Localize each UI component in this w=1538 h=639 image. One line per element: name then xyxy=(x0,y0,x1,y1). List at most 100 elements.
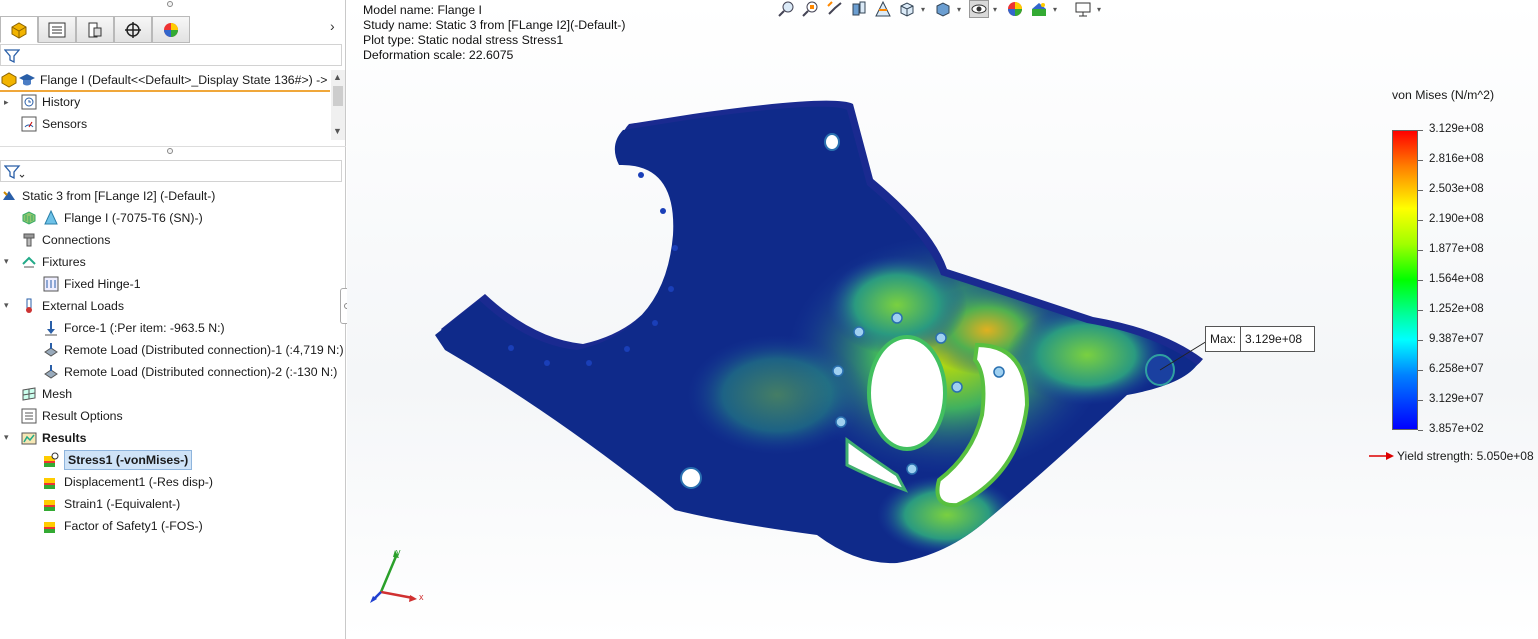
part-row-label: Flange I (Default<<Default>_Display Stat… xyxy=(40,73,328,87)
fixed-hinge-icon xyxy=(42,275,60,293)
fos-label: Factor of Safety1 (-FOS-) xyxy=(64,519,203,533)
heads-up-view-toolbar: ▾ ▾ ▾ ▾ ▾ xyxy=(777,0,1105,18)
scroll-thumb[interactable] xyxy=(333,86,343,106)
legend-tick-mark xyxy=(1418,220,1423,221)
tree-filter-bar[interactable] xyxy=(0,44,342,66)
appearance-icon xyxy=(164,22,178,37)
legend-tick-label: 1.252e+08 xyxy=(1429,303,1484,315)
scene-dropdown-icon[interactable]: ▾ xyxy=(1053,0,1061,18)
solid-body-icon xyxy=(42,209,60,227)
zoom-to-fit-icon[interactable] xyxy=(777,0,797,18)
display-manager-tab[interactable] xyxy=(152,16,190,43)
fixtures-icon xyxy=(20,253,38,271)
view-orientation-dropdown-icon[interactable]: ▾ xyxy=(921,0,929,18)
view-orientation-icon[interactable] xyxy=(897,0,917,18)
legend-tick-mark xyxy=(1418,160,1423,161)
history-icon xyxy=(20,93,38,111)
force-arrow-icon xyxy=(42,319,60,337)
graphics-area[interactable]: Model name: Flange I Study name: Static … xyxy=(347,0,1538,639)
propertymanager-tab[interactable] xyxy=(38,16,76,43)
fixtures-label: Fixtures xyxy=(42,255,86,269)
tree-item-result-options[interactable]: Result Options xyxy=(20,406,123,426)
tree-item-stress[interactable]: Stress1 (-vonMises-) xyxy=(42,450,193,470)
legend-tick-mark xyxy=(1418,280,1423,281)
tree-item-part[interactable]: Flange I (-7075-T6 (SN)-) xyxy=(20,208,203,228)
legend-tick-label: 1.564e+08 xyxy=(1429,273,1484,285)
deformation-scale-text: Deformation scale: 22.6075 xyxy=(363,48,514,62)
result-options-label: Result Options xyxy=(42,409,123,423)
featuremanager-tab[interactable] xyxy=(0,16,38,43)
external-loads-label: External Loads xyxy=(42,299,125,313)
tree-item-results[interactable]: ▾ Results xyxy=(0,428,86,448)
tree-scrollbar[interactable]: ▲ ▼ xyxy=(331,70,345,140)
display-style-icon[interactable] xyxy=(933,0,953,18)
remote-load-1-label: Remote Load (Distributed connection)-1 (… xyxy=(64,343,344,357)
hide-show-items-icon[interactable] xyxy=(969,0,989,18)
feature-manager-panel: › Flange I (Default<<Default>_Display St… xyxy=(0,0,346,639)
tree-item-sensors[interactable]: Sensors xyxy=(0,114,87,134)
display-style-dropdown-icon[interactable]: ▾ xyxy=(957,0,965,18)
study-filter-bar[interactable] xyxy=(0,160,342,182)
legend-tick-mark xyxy=(1418,250,1423,251)
legend-tick-mark xyxy=(1418,370,1423,371)
connections-label: Connections xyxy=(42,233,111,247)
legend-tick-label: 3.129e+08 xyxy=(1429,123,1484,135)
tree-item-mesh[interactable]: Mesh xyxy=(20,384,72,404)
remote-load-icon xyxy=(42,363,60,381)
mesh-label: Mesh xyxy=(42,387,73,401)
zoom-to-area-icon[interactable] xyxy=(801,0,821,18)
dimxpert-tab[interactable] xyxy=(114,16,152,43)
legend-tick-label: 2.190e+08 xyxy=(1429,213,1484,225)
tree-item-history[interactable]: ▸ History xyxy=(0,92,80,112)
panel-grip-top[interactable] xyxy=(0,0,346,8)
result-options-icon xyxy=(20,407,38,425)
legend-tick-label: 2.816e+08 xyxy=(1429,153,1484,165)
tree-item-force[interactable]: Force-1 (:Per item: -963.5 N:) xyxy=(42,318,225,338)
tree-item-remote-load-1[interactable]: Remote Load (Distributed connection)-1 (… xyxy=(42,340,344,360)
dynamic-annotation-icon[interactable] xyxy=(873,0,893,18)
edit-appearance-icon[interactable] xyxy=(1005,0,1025,18)
view-settings-icon[interactable] xyxy=(1073,0,1093,18)
part-tree-item[interactable]: Flange I (Default<<Default>_Display Stat… xyxy=(0,68,330,92)
external-loads-icon xyxy=(20,297,38,315)
hide-show-dropdown-icon[interactable]: ▾ xyxy=(993,0,1001,18)
tree-item-strain[interactable]: Strain1 (-Equivalent-) xyxy=(42,494,180,514)
stress-plot-model[interactable] xyxy=(427,95,1227,575)
section-view-icon[interactable] xyxy=(849,0,869,18)
chevron-right-icon[interactable]: › xyxy=(330,18,335,34)
max-probe-value: 3.129e+08 xyxy=(1245,332,1303,346)
legend-tick-mark xyxy=(1418,400,1423,401)
max-probe-label: Max: xyxy=(1206,327,1242,351)
force-label: Force-1 (:Per item: -963.5 N:) xyxy=(64,321,225,335)
tree-item-fixed-hinge[interactable]: Fixed Hinge-1 xyxy=(42,274,141,294)
legend-tick-label: 2.503e+08 xyxy=(1429,183,1484,195)
study-icon xyxy=(0,187,18,205)
stress-label: Stress1 (-vonMises-) xyxy=(64,450,193,470)
expand-arrow-icon[interactable]: ▸ xyxy=(4,97,9,108)
tree-item-connections[interactable]: Connections xyxy=(20,230,110,250)
panel-splitter[interactable] xyxy=(0,146,346,156)
tree-item-study[interactable]: Static 3 from [FLange I2] (-Default-) xyxy=(0,186,215,206)
collapse-arrow-icon[interactable]: ▾ xyxy=(4,300,9,311)
tree-item-factor-of-safety[interactable]: Factor of Safety1 (-FOS-) xyxy=(42,516,203,536)
collapse-arrow-icon[interactable]: ▾ xyxy=(4,432,9,443)
scroll-up-icon[interactable]: ▲ xyxy=(333,72,342,82)
legend-tick-mark xyxy=(1418,340,1423,341)
legend-color-bar xyxy=(1392,130,1418,430)
triad-x-label: x xyxy=(419,592,424,602)
tree-item-displacement[interactable]: Displacement1 (-Res disp-) xyxy=(42,472,213,492)
tree-item-external-loads[interactable]: ▾ External Loads xyxy=(0,296,124,316)
apply-scene-icon[interactable] xyxy=(1029,0,1049,18)
tree-item-remote-load-2[interactable]: Remote Load (Distributed connection)-2 (… xyxy=(42,362,337,382)
collapse-arrow-icon[interactable]: ▾ xyxy=(4,256,9,267)
previous-view-icon[interactable] xyxy=(825,0,845,18)
featuremanager-icon xyxy=(11,21,27,39)
max-value-probe[interactable]: Max: 3.129e+08 xyxy=(1205,326,1316,352)
red-arrow-icon xyxy=(1369,452,1394,460)
yield-strength-text: Yield strength: 5.050e+08 xyxy=(1397,449,1534,463)
configurationmanager-tab[interactable] xyxy=(76,16,114,43)
scroll-down-icon[interactable]: ▼ xyxy=(333,126,342,136)
tree-item-fixtures[interactable]: ▾ Fixtures xyxy=(0,252,86,272)
sensors-label: Sensors xyxy=(42,117,88,131)
view-settings-dropdown-icon[interactable]: ▾ xyxy=(1097,0,1105,18)
